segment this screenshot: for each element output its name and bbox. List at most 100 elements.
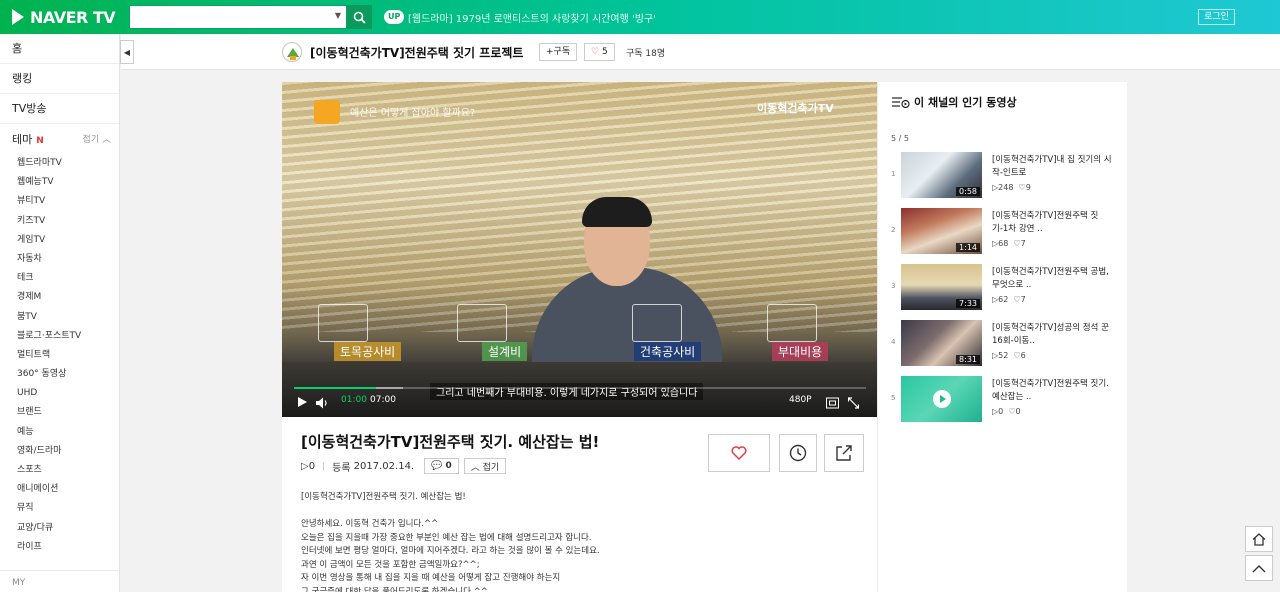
playlist-icon [892,97,910,108]
like-button[interactable] [708,434,770,472]
clock-icon [789,444,807,462]
naver-tv-logo[interactable]: NAVER TV [12,8,116,27]
video-item-title[interactable]: [이동혁건축가TV]전원주택 짓기. 예산잡는 .. [992,378,1112,404]
video-item-title[interactable]: [이동혁건축가TV]내 집 짓기의 시작-인트로 [992,154,1112,180]
theme-label: 테마 [12,133,33,146]
sidebar-sub-item[interactable]: 뷰티TV [0,192,119,211]
video-thumbnail[interactable]: 0:58 [901,152,982,198]
sidebar-sub-item[interactable]: 테크 [0,269,119,288]
video-duration: 7:33 [956,299,980,308]
video-item-title[interactable]: [이동혁건축가TV]전원주택 짓기-1차 강연 .. [992,210,1112,236]
panel-title: 이 채널의 인기 동영상 [914,96,1017,109]
fold-label: 접기 [82,135,100,145]
sidebar-sub-item[interactable]: 키즈TV [0,212,119,231]
sidebar-sub-item[interactable]: 뮤직 [0,499,119,518]
sidebar-sub-item[interactable]: 붐TV [0,308,119,327]
sidebar-sub-item[interactable]: 게임TV [0,231,119,250]
video-brand-mark: 이동혁건축가TV [757,102,834,115]
sidebar-sub-item[interactable]: 브랜드 [0,403,119,422]
sidebar-item-home[interactable]: 홈 [0,34,119,64]
home-button[interactable] [1245,526,1273,552]
item-likes: 6 [1020,351,1026,360]
list-item[interactable]: 1 0:58 [이동혁건축가TV]내 집 짓기의 시작-인트로 ▷248 ♡9 [878,152,1128,202]
share-button[interactable] [824,434,864,472]
play-icon[interactable] [298,397,307,407]
sidebar-sub-item[interactable]: 웹드라마TV [0,154,119,173]
description-fold-button[interactable]: ︿ 접기 [463,458,507,474]
list-item[interactable]: 4 8:31 [이동혁건축가TV]성공의 정석 꾼 16회-이동.. ▷52 ♡… [878,320,1128,370]
search-input[interactable] [130,6,330,28]
video-item-title[interactable]: [이동혁건축가TV]성공의 정석 꾼 16회-이동.. [992,322,1112,348]
login-button[interactable]: 로그인 [1198,9,1235,25]
subscriber-count: 구독 18명 [626,49,666,59]
sidebar-sub-item[interactable]: 360° 동영상 [0,365,119,384]
channel-logo-icon [283,43,301,61]
video-item-title[interactable]: [이동혁건축가TV]전원주택 공법, 무엇으로 .. [992,266,1112,292]
now-playing-thumbnail[interactable] [901,376,982,422]
current-time: 01:00 [341,395,367,405]
sidebar-sub-item[interactable]: 웹예능TV [0,173,119,192]
item-likes: 9 [1025,183,1031,192]
sidebar-sub-item[interactable]: 교양/다큐 [0,519,119,538]
sidebar-sub-item[interactable]: 경제M [0,288,119,307]
video-thumbnail[interactable]: 7:33 [901,264,982,310]
up-badge: UP [384,10,405,24]
chevron-up-icon: ︿ [470,462,480,473]
caret-down-icon[interactable]: ▼ [335,11,341,20]
list-item[interactable]: 5 [이동혁건축가TV]전원주택 짓기. 예산잡는 .. ▷0 ♡0 [878,376,1128,426]
progress-bar[interactable] [294,387,866,389]
subscribe-button[interactable]: +구독 [539,43,578,61]
sidebar-theme-header[interactable]: 테마 N 접기 ︿ [0,130,119,150]
playlist-position: 5 / 5 [891,134,909,143]
item-number: 1 [891,170,896,178]
excavator-icon [318,304,368,342]
play-logo-icon [12,9,24,25]
sidebar-sub-item[interactable]: 블로그·포스트TV [0,327,119,346]
item-plays: 0 [998,407,1004,416]
chevron-left-icon: ◀ [123,47,131,57]
wide-mode-icon[interactable] [826,396,839,410]
sidebar-sub-item[interactable]: UHD [0,384,119,403]
category-label: 건축공사비 [634,342,702,361]
sidebar-my[interactable]: MY [12,578,25,588]
fullscreen-icon[interactable] [848,396,859,410]
sidebar-sub-item[interactable]: 자동차 [0,250,119,269]
channel-title[interactable]: [이동혁건축가TV]전원주택 짓기 프로젝트 [310,44,523,61]
play-count: 0 [308,460,316,472]
total-time: 07:00 [370,395,396,405]
category-label: 토목공사비 [334,342,402,361]
sidebar-sub-item[interactable]: 스포츠 [0,461,119,480]
sidebar-sub-item[interactable]: 영화/드라마 [0,442,119,461]
video-thumbnail[interactable]: 8:31 [901,320,982,366]
sidebar-item-tv[interactable]: TV방송 [0,94,119,124]
now-playing-icon [932,390,951,408]
list-item[interactable]: 2 1:14 [이동혁건축가TV]전원주택 짓기-1차 강연 .. ▷68 ♡7 [878,208,1128,258]
sidebar-sub-item[interactable]: 멀티트랙 [0,346,119,365]
channel-avatar[interactable] [282,42,302,62]
date-label: 등록 [332,462,351,474]
brick-wall-icon [767,304,817,342]
sidebar-item-ranking[interactable]: 랭킹 [0,64,119,94]
sidebar-sub-item[interactable]: 라이프 [0,538,119,557]
sidebar-collapse-button[interactable]: ◀ [120,40,134,64]
list-item[interactable]: 3 7:33 [이동혁건축가TV]전원주택 공법, 무엇으로 .. ▷62 ♡7 [878,264,1128,314]
home-icon [1252,532,1266,546]
video-thumbnail[interactable]: 1:14 [901,208,982,254]
scroll-top-button[interactable] [1245,555,1273,581]
sidebar-sub-item[interactable]: 예능 [0,423,119,442]
channel-like-button[interactable]: ♡ 5 [584,43,615,61]
popular-videos-panel: 이 채널의 인기 동영상 5 / 5 1 0:58 [이동혁건축가TV]내 집 … [877,82,1127,592]
item-plays: 248 [998,183,1014,192]
quality-selector[interactable]: 480P [789,395,812,409]
watch-later-button[interactable] [779,434,817,472]
video-player[interactable]: 예산은 어떻게 잡아야 할까요? 이동혁건축가TV 토목공사비 설계비 건축공사… [282,82,877,417]
sidebar-sub-item[interactable]: 애니메이션 [0,480,119,499]
video-duration: 8:31 [956,355,980,364]
ticker-link[interactable]: [웹드라마] 1979년 로맨티스트의 사랑찾기 시간여행 '빙구' [408,10,656,25]
category-label: 부대비용 [772,342,829,361]
comment-button[interactable]: 💬 0 [424,458,459,474]
theme-fold-toggle[interactable]: 접기 ︿ [83,130,111,150]
search-button[interactable] [347,5,372,29]
volume-icon[interactable] [316,396,329,410]
item-number: 4 [891,338,896,346]
